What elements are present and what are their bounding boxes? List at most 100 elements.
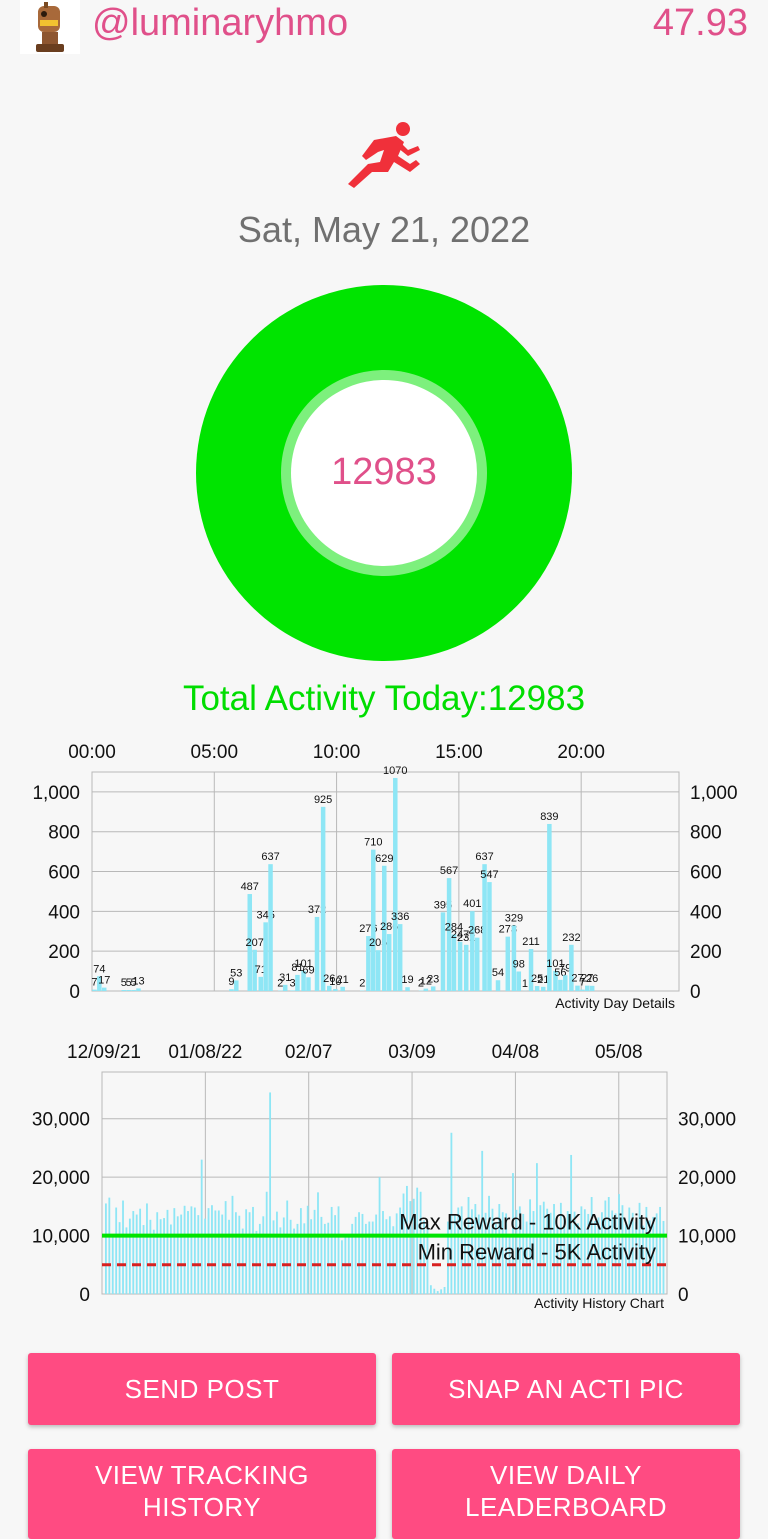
activity-bar [333, 989, 338, 991]
activity-bar [321, 807, 326, 991]
bar-value-label: 211 [522, 936, 540, 948]
view-leaderboard-line2: LEADERBOARD [465, 1491, 667, 1523]
history-bar [245, 1209, 247, 1294]
history-bar [238, 1216, 240, 1294]
history-bar [119, 1222, 121, 1294]
activity-bar [464, 945, 469, 991]
robot-avatar-icon [20, 0, 80, 54]
history-bar [122, 1201, 124, 1294]
activity-bar [470, 911, 475, 991]
activity-history-chart: 12/09/2101/08/2202/0703/0904/0805/080010… [0, 1034, 768, 1316]
history-bar [355, 1217, 357, 1294]
y-tick-label-left: 800 [48, 823, 80, 844]
history-bar [314, 1210, 316, 1294]
x-tick-label: 03/09 [388, 1042, 436, 1063]
username[interactable]: @luminaryhmo [92, 0, 348, 47]
history-bar [235, 1212, 237, 1294]
history-bar [286, 1201, 288, 1294]
history-bar [317, 1192, 319, 1294]
history-bar [194, 1208, 196, 1294]
history-bar [225, 1201, 227, 1294]
avatar[interactable] [20, 0, 80, 54]
current-date: Sat, May 21, 2022 [0, 206, 768, 254]
view-tracking-line2: HISTORY [143, 1491, 261, 1523]
activity-day-chart: 00:0005:0010:0015:0020:00002002004004006… [0, 734, 768, 1014]
x-tick-label: 15:00 [435, 742, 483, 763]
activity-bar [405, 987, 410, 991]
bar-value-label: 17 [98, 975, 110, 987]
history-bar [221, 1215, 223, 1294]
history-bar [208, 1208, 210, 1294]
activity-bar [295, 975, 300, 991]
x-tick-label: 00:00 [68, 742, 116, 763]
history-bar [273, 1220, 275, 1294]
y-tick-label-left: 10,000 [32, 1227, 90, 1248]
y-tick-label-right: 20,000 [678, 1168, 736, 1189]
activity-bar [590, 986, 595, 991]
history-bar [211, 1205, 213, 1294]
chart-legend: Activity History Chart [534, 1295, 664, 1311]
history-bar [293, 1229, 295, 1294]
history-bar [321, 1217, 323, 1294]
history-bar [403, 1194, 405, 1294]
history-bar [262, 1216, 264, 1294]
bar-value-label: 26 [586, 973, 598, 985]
activity-bar [393, 778, 398, 991]
ring-value: 12983 [291, 446, 477, 498]
view-tracking-history-button[interactable]: VIEW TRACKING HISTORY [28, 1449, 376, 1539]
history-bar [382, 1211, 384, 1294]
history-bar [372, 1222, 374, 1294]
y-tick-label-left: 30,000 [32, 1110, 90, 1131]
activity-bar [283, 985, 288, 991]
y-tick-label-right: 1,000 [690, 783, 738, 804]
history-bar [256, 1231, 258, 1294]
history-bar [242, 1229, 244, 1294]
view-daily-leaderboard-button[interactable]: VIEW DAILY LEADERBOARD [392, 1449, 740, 1539]
bar-value-label: 329 [505, 912, 523, 924]
x-tick-label: 05:00 [191, 742, 239, 763]
y-tick-label-right: 600 [690, 863, 722, 884]
history-bar [149, 1220, 151, 1294]
min-reward-label: Min Reward - 5K Activity [418, 1240, 656, 1265]
y-tick-label-right: 30,000 [678, 1110, 736, 1131]
bar-value-label: 710 [364, 837, 382, 849]
history-bar [197, 1215, 199, 1294]
activity-bar [376, 950, 381, 991]
bar-value-label: 547 [480, 869, 498, 881]
activity-bar [558, 980, 563, 991]
activity-bar [122, 990, 127, 991]
send-post-button[interactable]: SEND POST [28, 1353, 376, 1425]
y-tick-label-left: 0 [69, 982, 80, 1003]
history-bar [129, 1219, 131, 1294]
history-bar [160, 1219, 162, 1294]
history-bar [334, 1215, 336, 1294]
history-bar [300, 1208, 302, 1294]
y-tick-label-left: 200 [48, 942, 80, 963]
y-tick-label-right: 200 [690, 942, 722, 963]
history-bar [146, 1203, 148, 1294]
activity-bar [424, 989, 429, 991]
history-bar [331, 1207, 333, 1294]
bar-value-label: 23 [427, 973, 439, 985]
history-bar [177, 1216, 179, 1294]
history-bar [132, 1211, 134, 1294]
x-tick-label: 02/07 [285, 1042, 333, 1063]
activity-bar [458, 942, 463, 991]
history-bar [368, 1222, 370, 1294]
history-bar [266, 1192, 268, 1294]
history-bar [430, 1285, 432, 1294]
history-bar [396, 1213, 398, 1294]
bar-value-label: 925 [314, 794, 332, 806]
history-bar [307, 1206, 309, 1294]
activity-bar [340, 987, 345, 991]
history-bar [252, 1207, 254, 1294]
bar-value-label: 13 [132, 975, 144, 987]
history-bar [187, 1211, 189, 1294]
bar-value-label: 74 [93, 963, 105, 975]
snap-acti-pic-button[interactable]: SNAP AN ACTI PIC [392, 1353, 740, 1425]
activity-bar [136, 988, 141, 991]
bar-value-label: 98 [513, 958, 525, 970]
history-bar [228, 1220, 230, 1294]
history-bar [136, 1215, 138, 1294]
activity-bar [306, 977, 311, 991]
